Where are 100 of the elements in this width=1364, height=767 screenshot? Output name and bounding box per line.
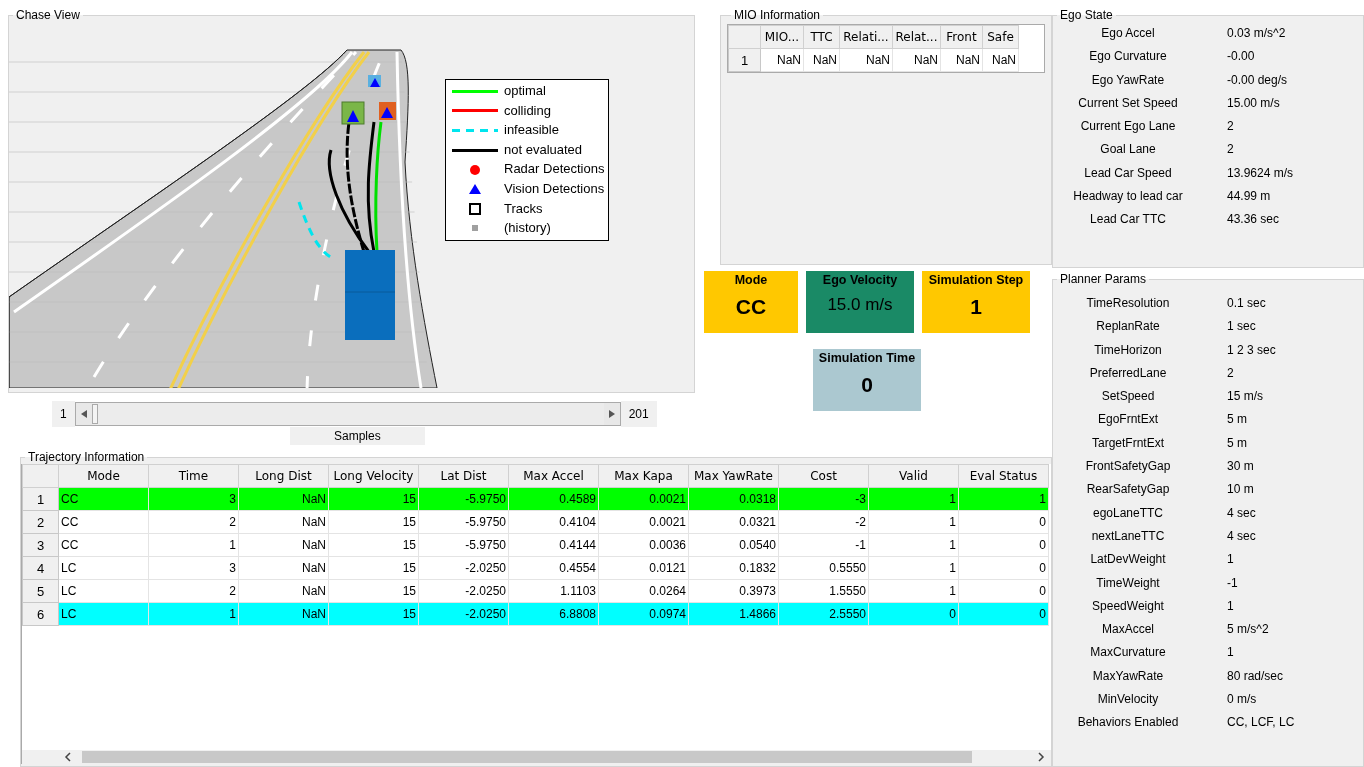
column-header[interactable]: Safe [982, 25, 1019, 49]
tile-label: Simulation Time [818, 351, 916, 365]
param-value: 43.36 sec [1226, 211, 1281, 229]
param-label: Current Set Speed [1077, 94, 1179, 112]
table-cell: 15 [328, 510, 419, 534]
table-cell: 0 [868, 602, 959, 626]
table-cell: 0.4589 [508, 487, 599, 511]
param-value: 0 m/s [1226, 691, 1258, 709]
vehicle-drawing [368, 75, 381, 87]
table-cell: 1 [148, 533, 239, 557]
table-cell: 1 [868, 533, 959, 557]
table-cell: 1 [868, 556, 959, 580]
table-cell: NaN [238, 602, 329, 626]
column-header[interactable]: MIO... [760, 25, 804, 49]
table-cell: -3 [778, 487, 869, 511]
table-cell: -2.0250 [418, 556, 509, 580]
param-value: 5 m/s^2 [1226, 621, 1270, 639]
column-header[interactable]: Relat... [892, 25, 941, 49]
table-cell: NaN [839, 48, 893, 72]
column-header[interactable]: Lat Dist [418, 464, 509, 488]
table-cell: 1 [958, 487, 1049, 511]
table-cell: 0.0321 [688, 510, 779, 534]
table-row[interactable]: 1 CC 3 NaN 15 -5.9750 0.4589 0.0021 0.0318 -3 1 1 [22, 487, 1049, 511]
param-value: 13.9624 m/s [1226, 164, 1295, 182]
column-header[interactable]: Max YawRate [688, 464, 779, 488]
table-cell: NaN [760, 48, 804, 72]
column-header[interactable]: Long Velocity [328, 464, 419, 488]
slider-label: Samples [290, 427, 425, 445]
table-cell: 0.0318 [688, 487, 779, 511]
param-label: TimeResolution [1085, 295, 1171, 312]
param-value: 2 [1226, 364, 1235, 382]
column-header[interactable]: Relati... [839, 25, 893, 49]
column-header[interactable]: Cost [778, 464, 869, 488]
column-header[interactable]: Eval Status [958, 464, 1049, 488]
column-header[interactable]: Max Accel [508, 464, 599, 488]
table-cell: -5.9750 [418, 487, 509, 511]
panel-title: Planner Params [1059, 272, 1148, 286]
row-header: 6 [22, 602, 59, 626]
table-cell: 0.0021 [598, 487, 689, 511]
table-cell: NaN [238, 579, 329, 603]
slider-thumb[interactable] [91, 404, 98, 424]
table-cell: LC [58, 579, 149, 603]
table-cell: 6.8808 [508, 602, 599, 626]
legend-label: (history) [504, 219, 551, 238]
table-row[interactable]: 3 CC 1 NaN 15 -5.9750 0.4144 0.0036 0.0540 -1 1 0 [22, 533, 1049, 557]
param-value: 30 m [1226, 458, 1255, 476]
table-row[interactable]: 2 CC 2 NaN 15 -5.9750 0.4104 0.0021 0.0321 -2 1 0 [22, 510, 1049, 534]
scroll-left-icon[interactable] [62, 751, 74, 763]
table-cell: 0.0036 [598, 533, 689, 557]
param-label: Ego Accel [1100, 25, 1156, 42]
param-value: 0.03 m/s^2 [1226, 25, 1287, 42]
param-value: -0.00 [1226, 48, 1256, 66]
samples-slider[interactable] [74, 402, 621, 426]
table-cell: 0.5550 [778, 556, 869, 580]
param-label: MaxYawRate [1091, 667, 1165, 685]
panel-title: MIO Information [733, 8, 822, 22]
table-cell: NaN [238, 556, 329, 580]
table-cell: 0 [958, 533, 1049, 557]
table-cell: 1 [148, 602, 239, 626]
tile-label: Ego Velocity [822, 273, 898, 287]
table-cell: 1.5550 [778, 579, 869, 603]
table-cell: 15 [328, 487, 419, 511]
table-cell: -2 [778, 510, 869, 534]
param-label: SetSpeed [1100, 388, 1156, 406]
param-value: 15 m/s [1226, 388, 1264, 406]
scroll-right-icon[interactable] [1035, 751, 1047, 763]
tile-value: 15.0 m/s [827, 295, 893, 315]
param-label: Lead Car Speed [1083, 164, 1173, 182]
column-header[interactable]: TTC [803, 25, 840, 49]
param-label: egoLaneTTC [1091, 504, 1164, 522]
table-cell: 15 [328, 533, 419, 557]
table-cell: NaN [238, 533, 329, 557]
column-header[interactable]: Front [940, 25, 983, 49]
tile-label: Simulation Step [928, 273, 1024, 287]
table-cell: 0 [958, 602, 1049, 626]
table-cell: -2.0250 [418, 602, 509, 626]
table-row[interactable]: 6 LC 1 NaN 15 -2.0250 6.8808 0.0974 1.4866 2.5550 0 0 [22, 602, 1049, 626]
table-cell: 0.3973 [688, 579, 779, 603]
table-cell: 0 [958, 579, 1049, 603]
param-label: FrontSafetyGap [1084, 458, 1172, 476]
param-label: EgoFrntExt [1097, 411, 1159, 429]
table-row[interactable]: 4 LC 3 NaN 15 -2.0250 0.4554 0.0121 0.1832 0.5550 1 0 [22, 556, 1049, 580]
table-row[interactable]: 5 LC 2 NaN 15 -2.0250 1.1103 0.0264 0.3973 1.5550 1 0 [22, 579, 1049, 603]
table-cell: 15 [328, 556, 419, 580]
param-label: Headway to lead car [1072, 188, 1184, 206]
column-header[interactable]: Mode [58, 464, 149, 488]
param-label: nextLaneTTC [1090, 527, 1166, 545]
param-label: LatDevWeight [1089, 551, 1167, 569]
table-cell: 0.0121 [598, 556, 689, 580]
column-header[interactable]: Long Dist [238, 464, 329, 488]
table-cell: NaN [238, 487, 329, 511]
column-header[interactable]: Valid [868, 464, 959, 488]
column-header[interactable]: Max Kapa [598, 464, 689, 488]
column-header[interactable]: Time [148, 464, 239, 488]
tile-value: CC [735, 295, 767, 319]
param-label: ReplanRate [1095, 318, 1161, 336]
panel-title: Trajectory Information [27, 450, 146, 464]
param-label: Ego Curvature [1088, 48, 1168, 66]
table-cell: LC [58, 556, 149, 580]
table-cell: 1 [868, 510, 959, 534]
